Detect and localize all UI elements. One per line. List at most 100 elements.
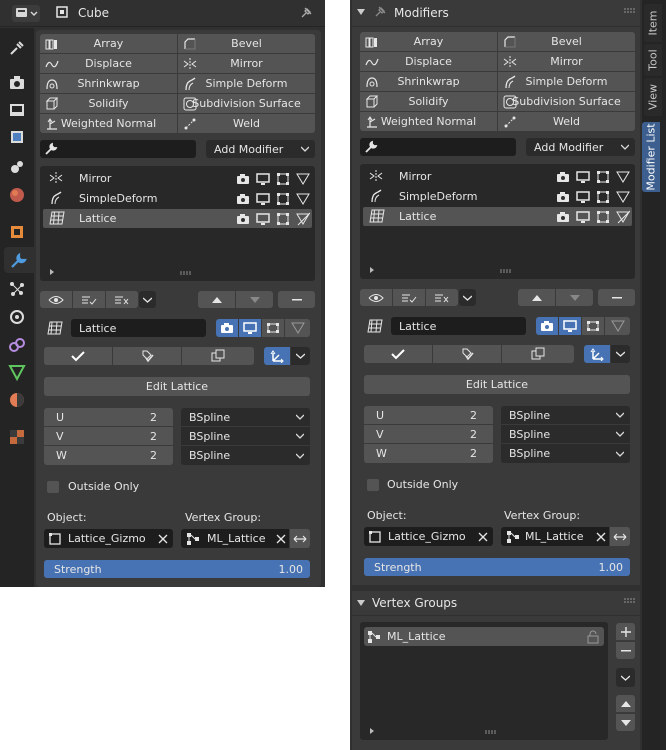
u-resolution-field[interactable]: U2 [364,406,493,424]
v-interpolation-dropdown[interactable]: BSpline [501,425,630,443]
editmode-toggle-icon[interactable] [596,210,610,224]
u-interpolation-dropdown[interactable]: BSpline [501,406,630,424]
move-down-button[interactable] [556,289,593,306]
add-weld-button[interactable]: Weld [498,112,635,131]
w-interpolation-dropdown[interactable]: BSpline [501,444,630,463]
strength-slider[interactable]: Strength 1.00 [364,558,630,576]
clear-object-icon[interactable] [158,534,168,544]
remove-vertex-group-button[interactable] [616,642,635,659]
list-item[interactable]: Mirror [43,169,312,188]
add-vertex-group-button[interactable] [616,623,635,640]
list-item[interactable]: Lattice [43,209,312,228]
editmode-toggle-icon[interactable] [276,212,290,226]
apply-as-shape-key-button[interactable] [433,345,501,363]
drag-handle-icon[interactable] [624,598,636,606]
edit-lattice-button[interactable]: Edit Lattice [44,377,310,396]
render-toggle-icon[interactable] [236,212,250,226]
move-down-button[interactable] [236,291,273,308]
modifier-search-field[interactable] [40,140,196,158]
tab-modifier[interactable] [4,247,34,273]
show-in-viewport-all-button[interactable] [40,291,72,308]
apply-all-button[interactable] [393,289,425,306]
edit-lattice-button[interactable]: Edit Lattice [364,375,630,394]
pin-icon[interactable] [298,5,314,21]
stack-menu-button[interactable] [459,289,476,306]
move-group-down-button[interactable] [616,714,635,731]
viewport-toggle-icon[interactable] [576,190,590,204]
tab-texture[interactable] [7,427,27,447]
tab-tool[interactable] [7,38,27,58]
v-interpolation-dropdown[interactable]: BSpline [181,427,310,445]
editor-type-icon[interactable] [12,5,40,22]
viewport-toggle-icon[interactable] [576,170,590,184]
move-up-button[interactable] [198,291,235,308]
tab-item[interactable]: Item [644,4,662,42]
editmode-toggle-icon[interactable] [276,192,290,206]
u-resolution-field[interactable]: U2 [44,408,173,426]
modifier-search-field[interactable] [360,138,516,156]
list-expand-icon[interactable] [368,266,376,274]
add-modifier-dropdown[interactable]: Add Modifier [206,140,315,158]
list-expand-icon[interactable] [48,268,56,276]
add-array-button[interactable]: Array [360,32,497,51]
move-up-button[interactable] [518,289,555,306]
drag-handle-icon[interactable] [624,8,636,16]
render-toggle[interactable] [216,319,238,337]
add-weighted-normal-button[interactable]: Weighted Normal [360,112,497,131]
render-toggle-icon[interactable] [236,172,250,186]
add-bevel-button[interactable]: Bevel [498,32,635,51]
pin-icon[interactable] [372,4,388,20]
delete-all-button[interactable] [106,291,138,308]
on-cage-toggle[interactable] [264,347,290,365]
clear-vertex-group-icon[interactable] [596,532,606,542]
tab-world[interactable] [7,185,27,205]
add-array-button[interactable]: Array [40,34,177,53]
on-cage-menu[interactable] [611,345,630,363]
tab-constraints[interactable] [7,335,27,355]
viewport-toggle-icon[interactable] [576,210,590,224]
collapse-icon[interactable] [357,599,365,607]
delete-all-button[interactable] [426,289,458,306]
outside-only-checkbox[interactable] [367,479,379,491]
list-item[interactable]: Mirror [363,167,632,186]
tab-material[interactable] [7,390,27,410]
tab-data[interactable] [7,362,27,382]
remove-button[interactable] [598,289,635,306]
viewport-toggle-icon[interactable] [256,172,270,186]
cage-toggle-icon[interactable] [296,172,310,186]
tab-scene[interactable] [7,157,27,177]
add-shrinkwrap-button[interactable]: Shrinkwrap [40,74,177,93]
on-cage-menu[interactable] [291,347,310,365]
tab-physics[interactable] [7,307,27,327]
add-shrinkwrap-button[interactable]: Shrinkwrap [360,72,497,91]
strength-slider[interactable]: Strength 1.00 [44,560,310,578]
lock-icon[interactable] [586,630,600,644]
editmode-toggle[interactable] [262,319,284,337]
tab-particles[interactable] [7,279,27,299]
cage-toggle[interactable] [285,319,310,337]
add-modifier-dropdown[interactable]: Add Modifier [526,138,635,156]
cage-toggle-icon[interactable] [296,192,310,206]
editmode-toggle-icon[interactable] [276,172,290,186]
w-resolution-field[interactable]: W2 [44,446,173,465]
render-toggle[interactable] [536,317,558,335]
editmode-toggle-icon[interactable] [596,170,610,184]
render-toggle-icon[interactable] [556,190,570,204]
invert-vertex-group-toggle[interactable] [610,527,630,546]
add-simple-deform-button[interactable]: Simple Deform [498,72,635,91]
copy-modifier-button[interactable] [502,345,574,363]
w-resolution-field[interactable]: W2 [364,444,493,463]
object-field[interactable]: Lattice_Gizmo [364,527,493,546]
object-field[interactable]: Lattice_Gizmo [44,529,173,548]
add-mirror-button[interactable]: Mirror [178,54,315,73]
cage-toggle-icon[interactable] [616,210,630,224]
add-subdivision-surface-button[interactable]: Subdivision Surface [498,92,635,111]
viewport-toggle-icon[interactable] [256,192,270,206]
remove-button[interactable] [278,291,315,308]
add-bevel-button[interactable]: Bevel [178,34,315,53]
modifier-name-field[interactable]: Lattice [71,319,206,337]
add-mirror-button[interactable]: Mirror [498,52,635,71]
list-resize-grip[interactable] [180,271,192,275]
add-subdivision-surface-button[interactable]: Subdivision Surface [178,94,315,113]
modifier-name-field[interactable]: Lattice [391,317,526,335]
